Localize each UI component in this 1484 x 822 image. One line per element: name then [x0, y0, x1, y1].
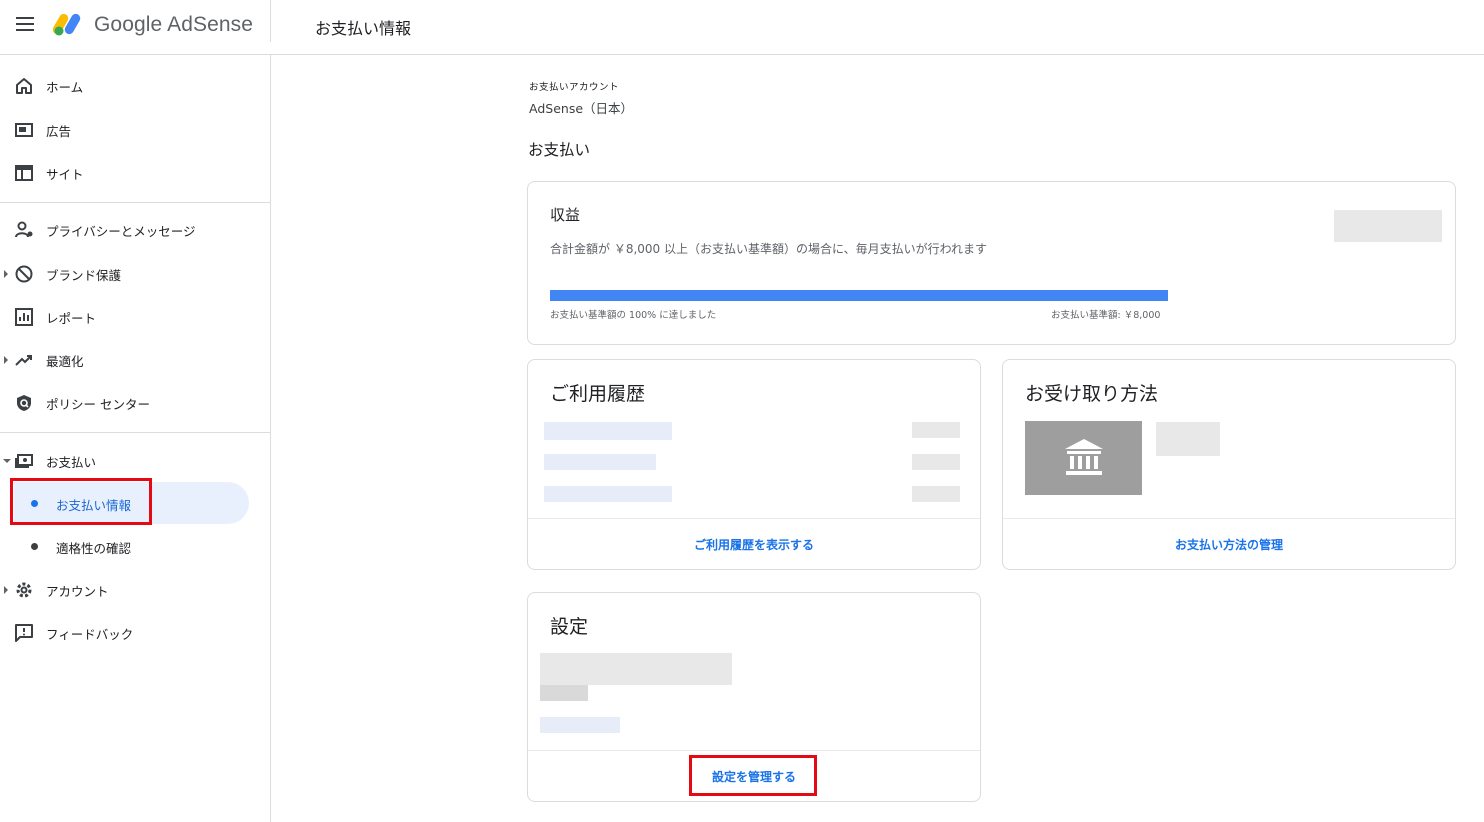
sidebar-item-label: フィードバック: [46, 627, 134, 642]
sidebar-item-label: ブランド保護: [46, 268, 122, 283]
page-title: お支払い情報: [315, 19, 412, 38]
expand-caret-icon: [4, 270, 8, 278]
policy-shield-icon: [17, 395, 31, 411]
redacted-setting: [540, 717, 620, 733]
payments-icon: [15, 454, 33, 468]
payment-threshold-progress-bar: [550, 290, 1168, 301]
highlight-box: [689, 755, 817, 796]
ads-icon: [15, 123, 33, 137]
sidebar-item-label: 適格性の確認: [56, 541, 132, 556]
feedback-icon: [15, 624, 33, 642]
sidebar-item-optimization[interactable]: 最適化: [0, 339, 270, 379]
sidebar-item-reports[interactable]: レポート: [0, 296, 270, 336]
redacted-setting: [540, 685, 588, 701]
product-name[interactable]: Google AdSense: [94, 13, 253, 37]
sidebar-item-home[interactable]: ホーム: [0, 65, 270, 105]
redacted-row: [544, 422, 672, 440]
sidebar: ホーム 広告 サイト プライバシーとメッセージ ブランド保護 レポート 最適化 …: [0, 55, 271, 822]
payment-method-card: お受け取り方法 お支払い方法の管理: [1002, 359, 1456, 570]
earnings-card: 収益 合計金額が ￥8,000 以上（お支払い基準額）の場合に、毎月支払いが行わ…: [527, 181, 1456, 345]
earnings-description: 合計金額が ￥8,000 以上（お支払い基準額）の場合に、毎月支払いが行われます: [550, 242, 988, 256]
view-history-link[interactable]: ご利用履歴を表示する: [528, 536, 980, 553]
adsense-logo-icon: [53, 13, 81, 36]
settings-title: 設定: [550, 616, 589, 638]
expand-caret-icon: [4, 356, 8, 364]
sidebar-item-label: ホーム: [46, 80, 84, 95]
sidebar-item-label: お支払い: [46, 455, 97, 470]
history-title: ご利用履歴: [550, 383, 646, 405]
top-app-bar: Google AdSense お支払い情報: [0, 0, 1484, 55]
person-settings-icon: [15, 221, 33, 238]
sidebar-divider: [0, 432, 270, 433]
sites-icon: [15, 165, 33, 181]
sidebar-item-policy-center[interactable]: ポリシー センター: [0, 382, 270, 422]
redacted-row: [544, 486, 672, 502]
progress-label: お支払い基準額の 100% に達しました: [550, 310, 717, 321]
redacted-amount: [912, 454, 960, 470]
sidebar-item-label: レポート: [46, 311, 97, 326]
menu-icon[interactable]: [16, 17, 34, 31]
sidebar-item-feedback[interactable]: フィードバック: [0, 612, 270, 652]
account-caption: お支払いアカウント: [529, 82, 620, 93]
home-icon: [16, 78, 32, 94]
sidebar-item-sites[interactable]: サイト: [0, 152, 270, 192]
sidebar-item-privacy-messaging[interactable]: プライバシーとメッセージ: [0, 209, 270, 249]
threshold-label: お支払い基準額: ￥8,000: [1051, 310, 1161, 321]
trending-up-icon: [15, 355, 32, 366]
history-card: ご利用履歴 ご利用履歴を表示する: [527, 359, 981, 570]
bank-icon-box: [1025, 421, 1142, 495]
redacted-balance: [1334, 210, 1442, 242]
sidebar-item-brand-safety[interactable]: ブランド保護: [0, 253, 270, 293]
earnings-title: 収益: [550, 206, 581, 224]
account-name: AdSense（日本）: [529, 101, 634, 116]
bank-icon: [1065, 439, 1103, 475]
redacted-setting: [540, 653, 732, 685]
payment-method-card-footer: お支払い方法の管理: [1003, 518, 1455, 569]
sidebar-item-eligibility[interactable]: 適格性の確認: [14, 525, 249, 567]
payment-method-title: お受け取り方法: [1025, 383, 1159, 405]
manage-payment-method-link[interactable]: お支払い方法の管理: [1003, 536, 1455, 553]
redacted-row: [544, 454, 656, 470]
sidebar-item-label: 最適化: [46, 354, 84, 369]
bullet-icon: [31, 543, 38, 550]
collapse-caret-icon: [3, 459, 11, 463]
redacted-amount: [912, 422, 960, 438]
sidebar-divider: [0, 202, 270, 203]
sidebar-item-label: ポリシー センター: [46, 397, 150, 412]
reports-icon: [15, 308, 33, 326]
sidebar-item-ads[interactable]: 広告: [0, 109, 270, 149]
gear-icon: [16, 582, 32, 598]
highlight-box: [10, 478, 152, 525]
expand-caret-icon: [4, 586, 8, 594]
section-title: お支払い: [528, 141, 591, 159]
sidebar-item-payments[interactable]: お支払い: [0, 440, 270, 480]
history-card-footer: ご利用履歴を表示する: [528, 518, 980, 569]
redacted-amount: [912, 486, 960, 502]
header-divider: [270, 0, 271, 42]
sidebar-item-label: アカウント: [46, 584, 109, 599]
block-icon: [15, 265, 33, 283]
sidebar-item-label: プライバシーとメッセージ: [46, 224, 196, 239]
sidebar-item-label: 広告: [46, 124, 72, 139]
sidebar-item-label: サイト: [46, 167, 84, 182]
redacted-bank-info: [1156, 422, 1220, 456]
sidebar-item-account[interactable]: アカウント: [0, 569, 270, 609]
